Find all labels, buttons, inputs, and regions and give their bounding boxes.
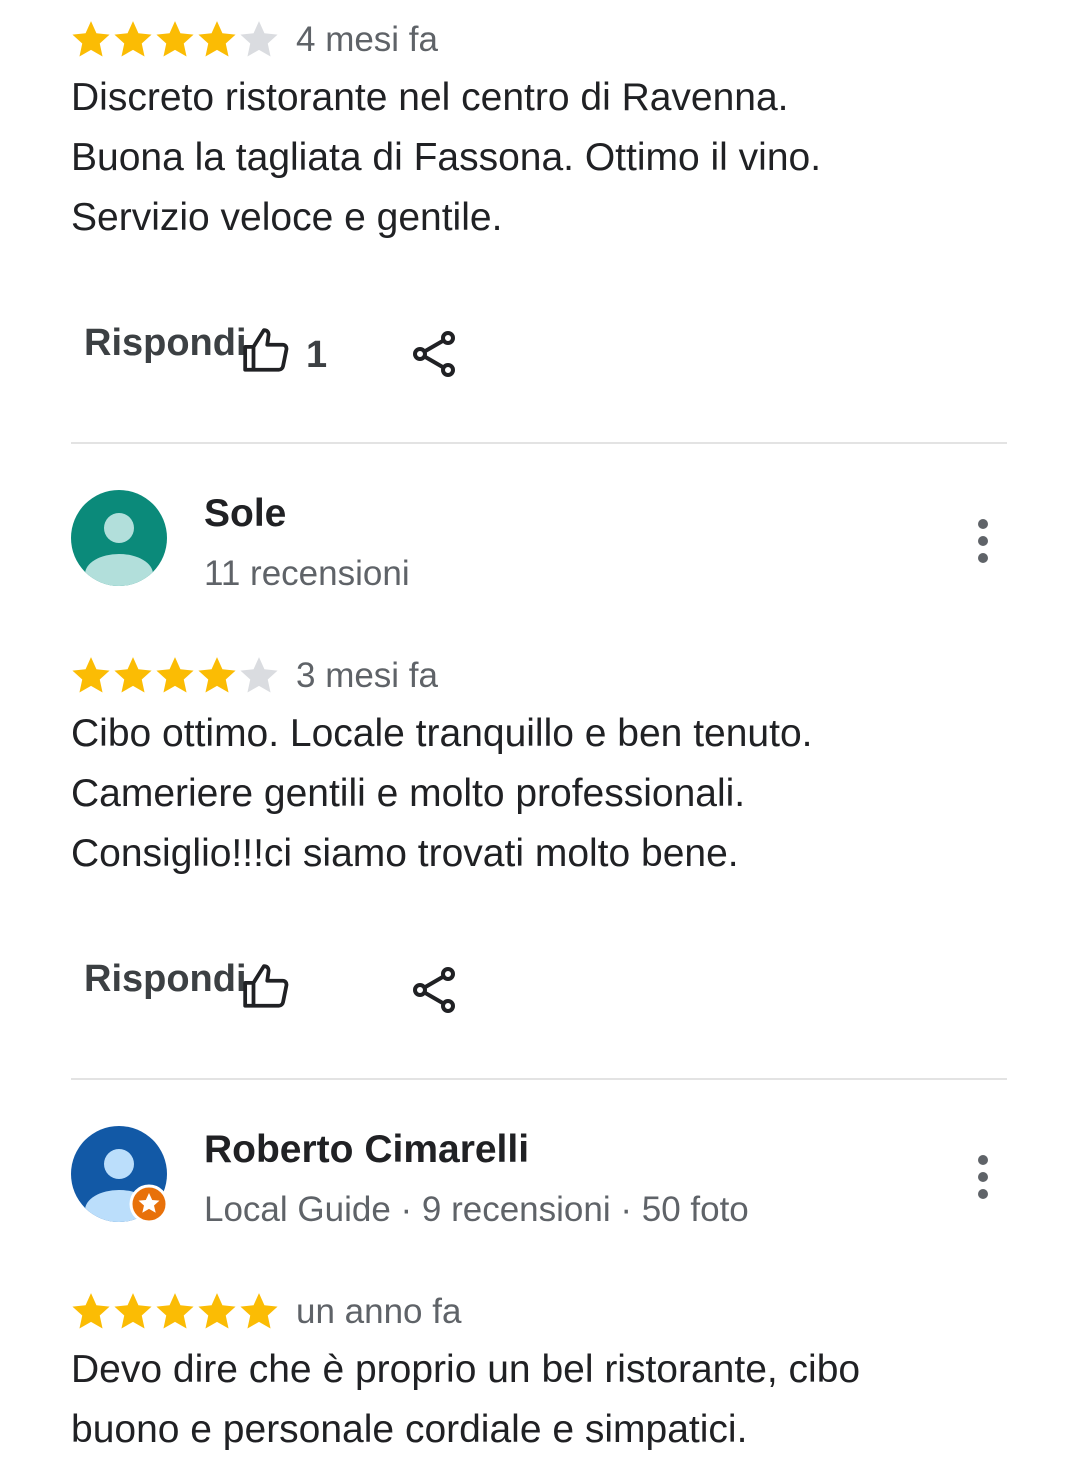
star-empty-icon <box>238 18 280 60</box>
star-filled-icon <box>70 1290 112 1332</box>
author-name[interactable]: Sole <box>204 492 286 536</box>
review-text-line: buono e personale cordiale e simpatici. <box>71 1408 748 1451</box>
thumbs-up-icon[interactable] <box>240 962 292 1012</box>
star-filled-icon <box>154 1290 196 1332</box>
author-meta: 11 recensioni <box>204 554 410 593</box>
star-filled-icon <box>238 1290 280 1332</box>
review-text: Devo dire che è proprio un bel ristorant… <box>71 1340 1031 1460</box>
star-filled-icon <box>196 1290 238 1332</box>
star-filled-icon <box>196 654 238 696</box>
star-filled-icon <box>154 18 196 60</box>
share-icon[interactable] <box>410 330 458 378</box>
like-count: 1 <box>306 334 328 376</box>
star-filled-icon <box>70 654 112 696</box>
star-empty-icon <box>238 654 280 696</box>
review-text: Cibo ottimo. Locale tranquillo e ben ten… <box>71 704 1031 884</box>
avatar[interactable] <box>71 1126 171 1226</box>
more-vert-icon[interactable] <box>973 1155 993 1199</box>
author-meta: Local Guide · 9 recensioni · 50 foto <box>204 1190 749 1229</box>
review-text-line: Discreto ristorante nel centro di Ravenn… <box>71 76 789 119</box>
rating-stars <box>70 654 280 696</box>
star-filled-icon <box>112 18 154 60</box>
star-filled-icon <box>196 18 238 60</box>
star-filled-icon <box>154 654 196 696</box>
rating-stars <box>70 1290 280 1332</box>
review-time: 4 mesi fa <box>296 20 438 59</box>
divider <box>71 1078 1007 1080</box>
reply-button[interactable]: Rispondi <box>84 958 247 1001</box>
star-filled-icon <box>70 18 112 60</box>
more-vert-icon[interactable] <box>973 519 993 563</box>
reply-button[interactable]: Rispondi <box>84 322 247 365</box>
divider <box>71 442 1007 444</box>
star-filled-icon <box>112 1290 154 1332</box>
review-text-line: Cameriere gentili e molto professionali. <box>71 772 746 815</box>
author-name[interactable]: Roberto Cimarelli <box>204 1128 529 1172</box>
rating-stars <box>70 18 280 60</box>
review-text-line: Consiglio!!!ci siamo trovati molto bene. <box>71 832 739 875</box>
review-text-line: Devo dire che è proprio un bel ristorant… <box>71 1348 861 1391</box>
person-icon <box>85 513 153 586</box>
avatar[interactable] <box>71 490 167 586</box>
review-text-line: Buona la tagliata di Fassona. Ottimo il … <box>71 136 822 179</box>
local-guide-star-icon <box>129 1184 169 1224</box>
review-text-line: Servizio veloce e gentile. <box>71 196 503 239</box>
review-text: Discreto ristorante nel centro di Ravenn… <box>71 68 1031 248</box>
share-icon[interactable] <box>410 966 458 1014</box>
review-text-line: Cibo ottimo. Locale tranquillo e ben ten… <box>71 712 813 755</box>
thumbs-up-icon[interactable] <box>240 326 292 376</box>
star-filled-icon <box>112 654 154 696</box>
review-time: un anno fa <box>296 1292 462 1331</box>
review-time: 3 mesi fa <box>296 656 438 695</box>
